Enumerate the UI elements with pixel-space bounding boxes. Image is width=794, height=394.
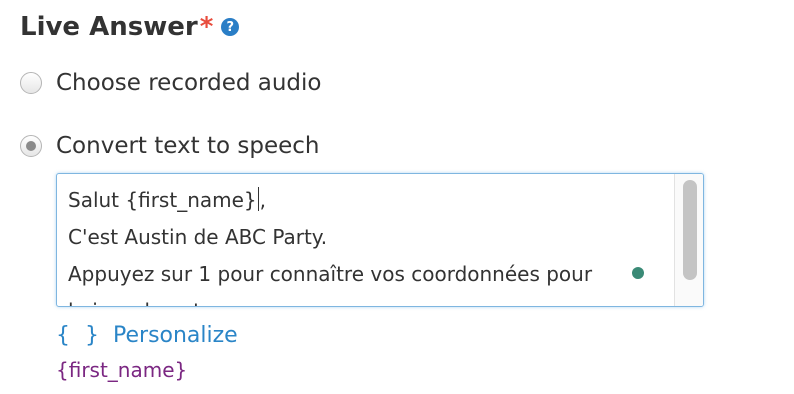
message-line-3: Appuyez sur 1 pour connaître vos coordon…	[68, 262, 593, 286]
message-line-4: le jour du vote	[68, 293, 668, 306]
radio-selected-dot	[26, 141, 36, 151]
scrollbar-thumb[interactable]	[683, 180, 697, 280]
section-title-text: Live Answer	[20, 12, 198, 42]
help-icon[interactable]: ?	[221, 18, 240, 36]
personalize-label: Personalize	[113, 322, 238, 348]
textarea-scrollbar[interactable]	[674, 174, 703, 306]
message-line-1: Salut {first_name},	[68, 182, 668, 219]
message-line-2: C'est Austin de ABC Party.	[68, 225, 328, 249]
radio-label: Convert text to speech	[56, 133, 320, 159]
braces-icon: { }	[56, 322, 103, 348]
message-line-1-comma: ,	[259, 188, 266, 212]
radio-label: Choose recorded audio	[56, 70, 322, 96]
radio-button-unselected[interactable]	[20, 72, 42, 94]
message-line-1-text: Salut {first_name}	[68, 188, 257, 212]
textarea-content[interactable]: Salut {first_name}, C'est Austin de ABC …	[68, 182, 668, 306]
message-textarea[interactable]: Salut {first_name}, C'est Austin de ABC …	[56, 173, 704, 307]
cursor-indicator	[632, 267, 644, 279]
section-title: Live Answer * ?	[20, 7, 240, 47]
required-marker: *	[199, 12, 214, 42]
radio-option-recorded-audio[interactable]: Choose recorded audio	[20, 70, 322, 96]
text-caret	[257, 187, 259, 211]
personalize-link[interactable]: { } Personalize	[56, 320, 238, 350]
first-name-token[interactable]: {first_name}	[56, 356, 187, 384]
radio-option-text-to-speech[interactable]: Convert text to speech	[20, 133, 319, 159]
radio-button-selected[interactable]	[20, 135, 42, 157]
